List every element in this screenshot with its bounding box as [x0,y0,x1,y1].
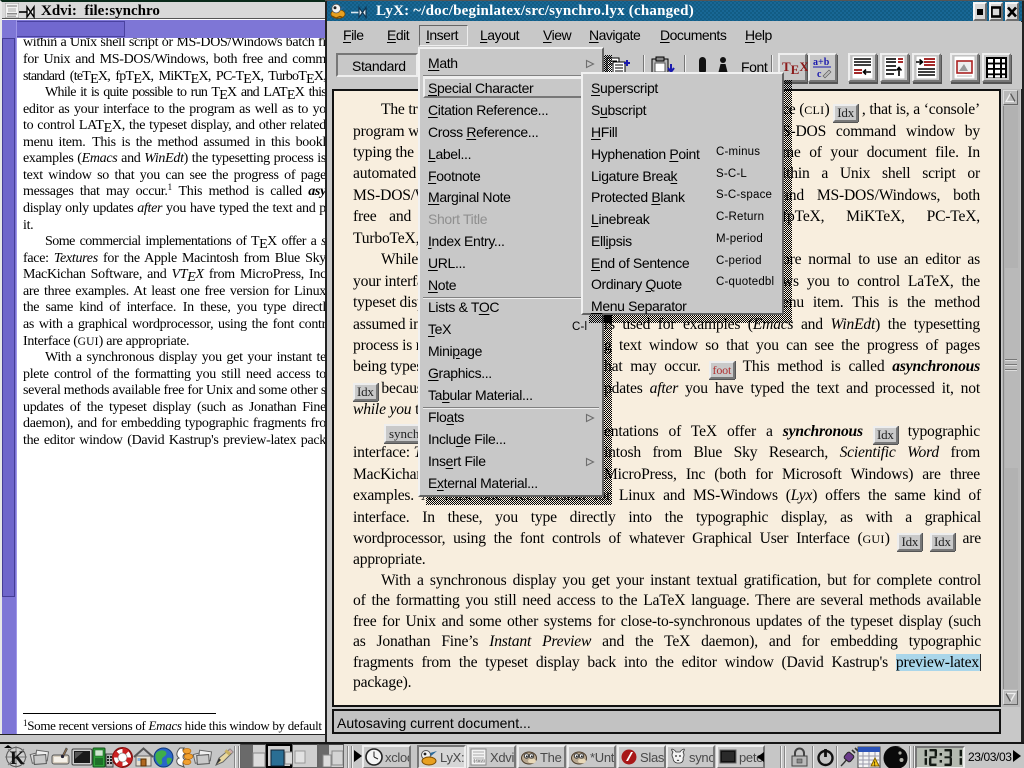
svg-text:K: K [10,748,25,768]
svg-text:a+b: a+b [813,57,830,68]
svg-text:!: ! [874,761,876,768]
svg-text:1969: 1969 [473,759,485,765]
svg-text:c: c [817,69,822,80]
